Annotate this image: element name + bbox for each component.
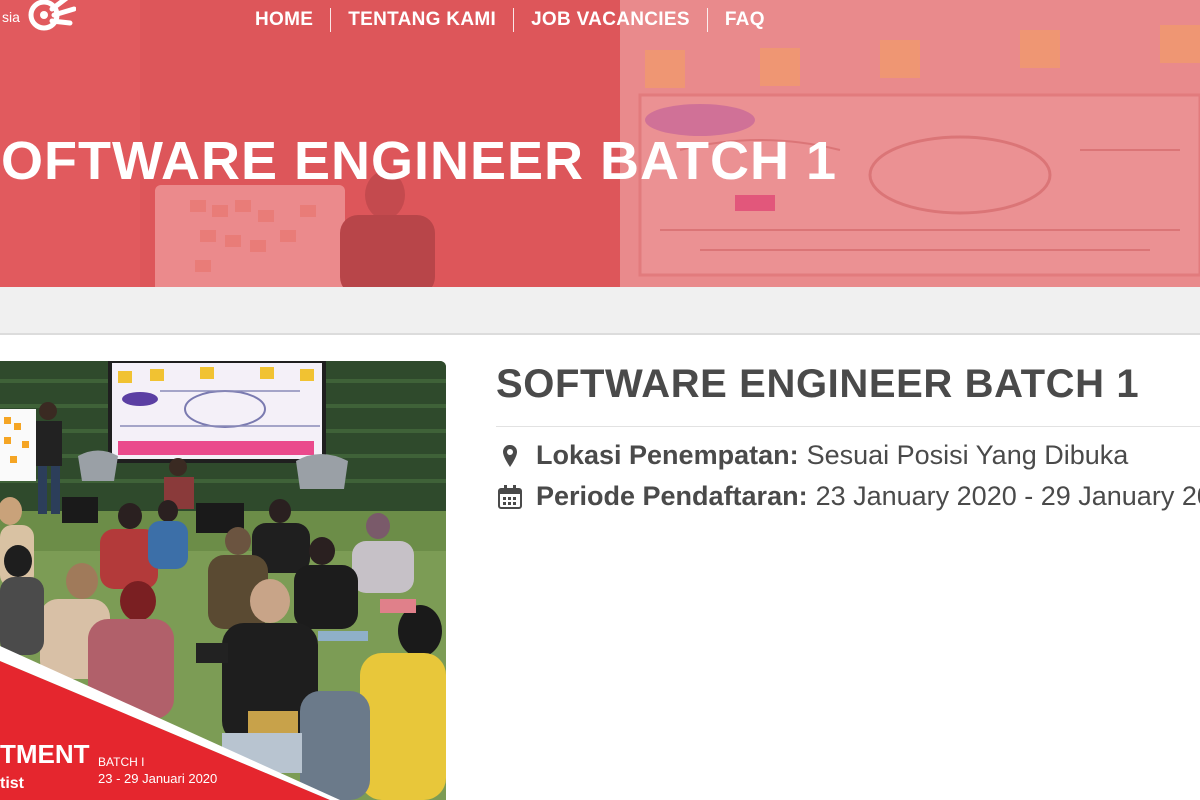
- location-label: Lokasi Penempatan:: [536, 440, 799, 470]
- nav-faq[interactable]: FAQ: [708, 6, 782, 34]
- location-row: Lokasi Penempatan: Sesuai Posisi Yang Di…: [496, 440, 1128, 471]
- calendar-icon: [496, 484, 524, 510]
- hero-banner: sia HOME TENTANG KAMI JOB VACANCIES FAQ …: [0, 0, 1200, 287]
- main-nav: HOME TENTANG KAMI JOB VACANCIES FAQ: [238, 6, 782, 34]
- section-divider-strip: [0, 287, 1200, 335]
- period-value: 23 January 2020 - 29 January 2020: [815, 481, 1200, 511]
- period-row: Periode Pendaftaran: 23 January 2020 - 2…: [496, 481, 1200, 512]
- logo-mark-icon: [24, 0, 77, 40]
- poster-batch: BATCH I: [98, 755, 145, 769]
- job-title: SOFTWARE ENGINEER BATCH 1: [496, 362, 1140, 406]
- job-photo: TMENT tist BATCH I 23 - 29 Januari 2020: [0, 361, 446, 800]
- logo-text: sia: [2, 9, 20, 25]
- hero-title: SOFTWARE ENGINEER BATCH 1: [0, 131, 838, 191]
- map-pin-icon: [496, 444, 524, 468]
- brand-logo[interactable]: sia: [0, 0, 77, 40]
- nav-tentang-kami[interactable]: TENTANG KAMI: [331, 6, 513, 34]
- poster-banner-big: TMENT: [0, 739, 90, 769]
- period-label: Periode Pendaftaran:: [536, 481, 808, 511]
- poster-banner-small: tist: [0, 775, 24, 792]
- nav-home[interactable]: HOME: [238, 6, 330, 34]
- nav-job-vacancies[interactable]: JOB VACANCIES: [514, 6, 707, 34]
- title-divider: [496, 426, 1200, 427]
- location-value: Sesuai Posisi Yang Dibuka: [806, 440, 1129, 470]
- poster-dates: 23 - 29 Januari 2020: [98, 771, 218, 786]
